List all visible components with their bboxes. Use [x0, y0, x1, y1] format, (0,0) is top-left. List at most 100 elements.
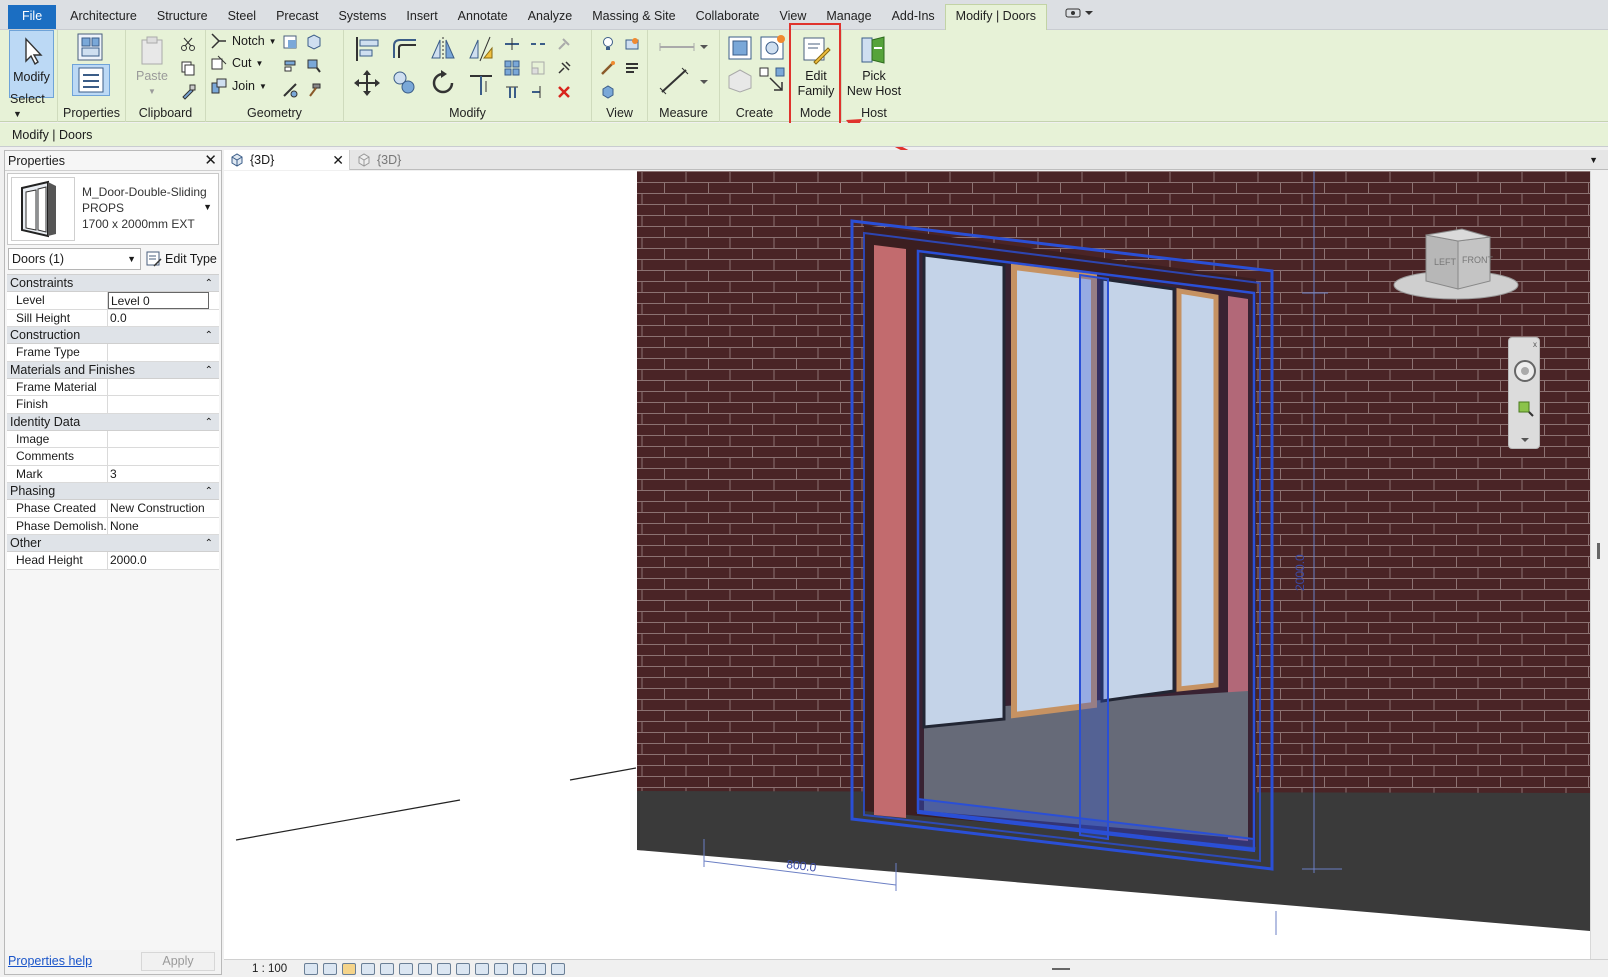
split-element-icon[interactable] [500, 32, 524, 56]
align-icon[interactable] [278, 54, 302, 78]
apply-button[interactable]: Apply [141, 952, 215, 971]
prop-value[interactable]: None [108, 518, 219, 535]
tab-annotate[interactable]: Annotate [448, 5, 518, 29]
horizontal-scroll-thumb[interactable] [1052, 968, 1070, 970]
prop-row[interactable]: Phase Demolish... None [7, 517, 219, 535]
type-selector[interactable]: M_Door-Double-Sliding PROPS 1700 x 2000m… [7, 173, 219, 245]
viewcube[interactable]: LEFT FRONT [1384, 223, 1524, 313]
level-field[interactable]: Level 0 [108, 292, 209, 309]
properties-help-link[interactable]: Properties help [8, 954, 92, 968]
mirror-pick-axis-icon[interactable] [424, 32, 462, 66]
reveal-hidden-icon[interactable] [475, 963, 489, 975]
create-similar-icon[interactable] [756, 64, 788, 96]
group-phasing[interactable]: Phasing ⌃ [7, 483, 219, 500]
trim-extend-icon[interactable] [462, 66, 500, 100]
group-construction[interactable]: Construction ⌃ [7, 327, 219, 344]
lock-view-icon[interactable] [437, 963, 451, 975]
instance-filter-dropdown[interactable]: Doors (1) ▼ [8, 248, 141, 270]
scale-icon[interactable] [526, 56, 550, 80]
prop-row[interactable]: Sill Height 0.0 [7, 309, 219, 327]
crop-view-icon[interactable] [399, 963, 413, 975]
cut-geometry-button[interactable]: Cut ▼ [210, 52, 263, 74]
unpin-icon[interactable] [552, 32, 576, 56]
prop-row[interactable]: Image [7, 430, 219, 448]
prop-row[interactable]: Phase Created New Construction [7, 500, 219, 518]
shadows-icon[interactable] [361, 963, 375, 975]
group-materials[interactable]: Materials and Finishes ⌃ [7, 361, 219, 379]
tab-3d-active[interactable]: {3D} ✕ [224, 150, 350, 170]
group-other[interactable]: Other ⌃ [7, 535, 219, 552]
filter-lines-icon[interactable] [620, 56, 644, 80]
group-constraints[interactable]: Constraints ⌃ [7, 275, 219, 292]
edit-type-button[interactable]: Edit Type [146, 248, 217, 270]
tab-steel[interactable]: Steel [218, 5, 267, 29]
tab-add-ins[interactable]: Add-Ins [882, 5, 945, 29]
modify-button[interactable]: Modify [9, 30, 54, 98]
tab-modify-doors[interactable]: Modify | Doors [944, 4, 1048, 30]
copy-tool-icon[interactable] [386, 66, 424, 100]
prop-row[interactable]: Head Height 2000.0 [7, 552, 219, 570]
prop-row[interactable]: Level Level 0 [7, 292, 219, 310]
tab-insert[interactable]: Insert [396, 5, 447, 29]
split-face-icon[interactable] [302, 30, 326, 54]
chevron-down-icon[interactable] [1521, 438, 1529, 442]
move-icon[interactable] [348, 66, 386, 100]
steering-wheel-icon[interactable] [1514, 360, 1536, 382]
chevron-down-icon[interactable]: ▼ [203, 202, 212, 212]
sun-path-icon[interactable] [342, 963, 356, 975]
rotate-icon[interactable] [424, 66, 462, 100]
linework-brush-icon[interactable] [596, 56, 620, 80]
lightbulb-icon[interactable] [596, 32, 620, 56]
join-button[interactable]: Join ▼ [210, 75, 267, 97]
demolish-icon[interactable] [278, 78, 302, 102]
prop-value[interactable] [108, 396, 219, 413]
prop-value[interactable]: New Construction [108, 500, 219, 517]
tab-3d-inactive[interactable]: {3D} [351, 150, 451, 170]
scale-label[interactable]: 1 : 100 [252, 960, 287, 977]
notch-button[interactable]: Notch ▼ [210, 30, 277, 52]
delete-icon[interactable] [552, 80, 576, 104]
mirror-draw-axis-icon[interactable] [462, 32, 500, 66]
pin-icon[interactable] [552, 56, 576, 80]
create-assembly-icon[interactable] [724, 32, 756, 64]
pick-new-host-button[interactable]: Pick New Host [846, 30, 902, 99]
prop-row[interactable]: Comments [7, 448, 219, 466]
analysis-display-icon[interactable] [513, 963, 527, 975]
prop-row[interactable]: Frame Type [7, 344, 219, 362]
show-crop-icon[interactable] [418, 963, 432, 975]
prop-value[interactable] [108, 448, 219, 465]
prop-value[interactable] [108, 344, 219, 361]
type-properties-button[interactable] [70, 32, 112, 62]
tab-systems[interactable]: Systems [328, 5, 396, 29]
prop-value[interactable] [108, 379, 219, 396]
aligned-dimension-icon[interactable] [654, 64, 710, 98]
trim-multiple-icon[interactable] [500, 80, 524, 104]
tab-analyze[interactable]: Analyze [518, 5, 582, 29]
copy-icon[interactable] [176, 56, 200, 80]
navbar-close-icon[interactable]: x [1533, 340, 1537, 349]
wall-joins-icon[interactable] [278, 30, 302, 54]
visual-style-icon[interactable] [323, 963, 337, 975]
temporary-hide-icon[interactable] [456, 963, 470, 975]
split-gap-icon[interactable] [526, 32, 550, 56]
tab-structure[interactable]: Structure [147, 5, 218, 29]
reveal-constraints-icon[interactable] [551, 963, 565, 975]
array-icon[interactable] [500, 56, 524, 80]
tab-file[interactable]: File [8, 5, 57, 29]
prop-row[interactable]: Frame Material [7, 378, 219, 396]
close-icon[interactable]: ✕ [204, 151, 217, 171]
create-parts-icon[interactable] [756, 32, 788, 64]
paint-icon[interactable] [302, 54, 326, 78]
vertical-scrollbar[interactable] [1590, 171, 1608, 959]
offset-icon[interactable] [386, 32, 424, 66]
prop-value[interactable]: 3 [108, 466, 219, 483]
properties-toggle-button[interactable] [72, 64, 110, 96]
graphics-override-icon[interactable] [620, 32, 644, 56]
create-group-icon[interactable] [724, 64, 756, 96]
tab-architecture[interactable]: Architecture [60, 5, 147, 29]
tab-massing-site[interactable]: Massing & Site [582, 5, 685, 29]
paste-button[interactable]: Paste ▼ [130, 30, 174, 99]
zoom-region-icon[interactable] [1518, 401, 1534, 417]
rendering-icon[interactable] [380, 963, 394, 975]
drawing-canvas[interactable]: 2000.0 800.0 LEFT FRONT x [224, 171, 1590, 959]
